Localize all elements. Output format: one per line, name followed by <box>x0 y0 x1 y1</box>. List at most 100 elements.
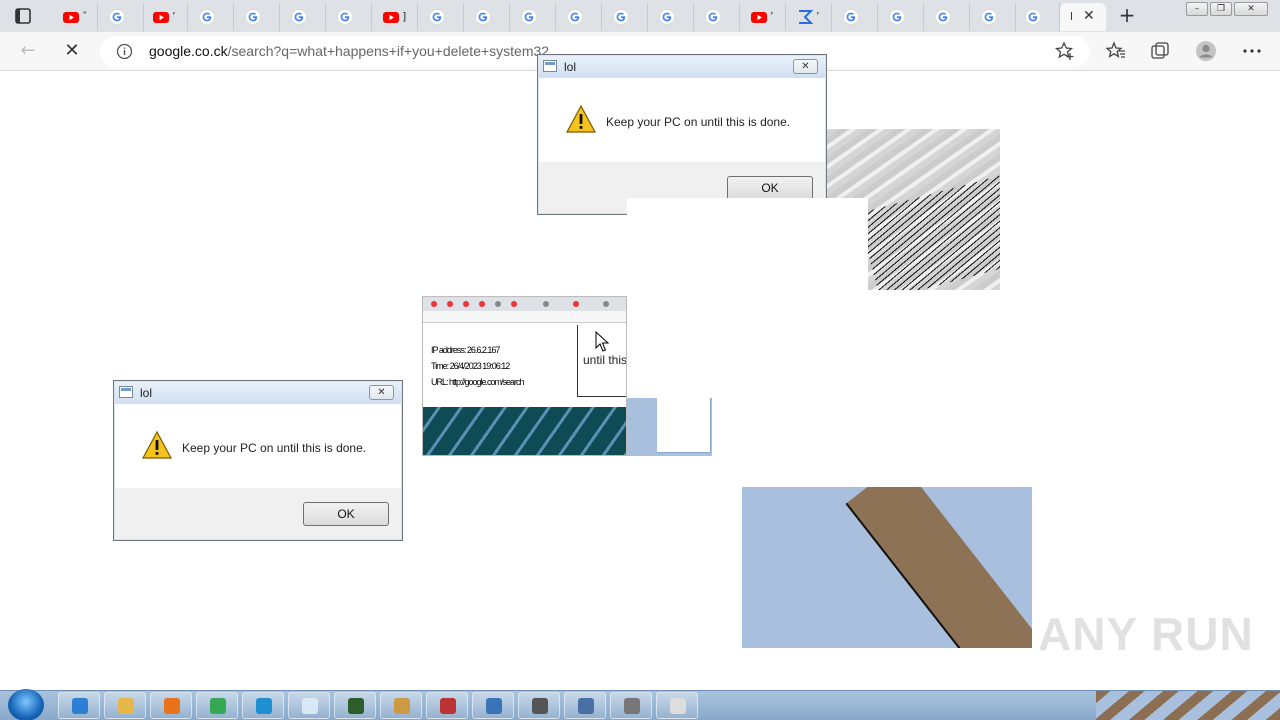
taskbar-item[interactable] <box>472 692 514 719</box>
tab-actions-menu-icon[interactable] <box>14 7 32 25</box>
browser-tab[interactable] <box>604 3 648 31</box>
taskbar-item[interactable] <box>380 692 422 719</box>
edge-icon <box>256 698 272 714</box>
add-favorite-icon[interactable] <box>1054 40 1076 62</box>
ok-button[interactable]: OK <box>727 176 813 200</box>
mouse-cursor-icon <box>595 331 609 352</box>
site-info-icon[interactable] <box>116 43 133 60</box>
browser-tab[interactable] <box>282 3 326 31</box>
google-icon <box>567 9 583 25</box>
browser-tab[interactable] <box>190 3 234 31</box>
taskbar-item[interactable] <box>426 692 468 719</box>
browser-tab[interactable] <box>696 3 740 31</box>
screen-glitch-snapshot: IP address: 26.6.2.167 Time: 26/4/2023 1… <box>422 296 627 456</box>
new-tab-button[interactable]: + <box>1116 5 1138 27</box>
snapshot-address-bar <box>423 311 626 323</box>
youtube-icon <box>751 12 767 23</box>
google-icon <box>337 9 353 25</box>
browser-tab[interactable] <box>100 3 144 31</box>
more-options-icon[interactable] <box>1241 40 1263 62</box>
tab-label: ʼ <box>816 10 820 23</box>
remote-desktop-icon <box>486 698 502 714</box>
favorites-icon[interactable] <box>1105 40 1127 62</box>
taskbar-item[interactable] <box>288 692 330 719</box>
taskbar-item[interactable] <box>610 692 652 719</box>
browser-tab[interactable] <box>1016 3 1060 31</box>
taskbar-item[interactable] <box>334 692 376 719</box>
snapshot-tab-strip <box>423 297 626 311</box>
taskbar-item[interactable] <box>196 692 238 719</box>
restore-button[interactable]: ❐ <box>1210 2 1232 16</box>
active-tab-label: l <box>1070 10 1074 23</box>
browser-tab[interactable] <box>834 3 878 31</box>
google-icon <box>291 9 307 25</box>
browser-tab[interactable]: ˇ <box>54 3 98 31</box>
taskbar-item[interactable] <box>518 692 560 719</box>
tab-label: ] <box>402 10 407 23</box>
dialog-titlebar[interactable]: lol ✕ <box>115 382 401 404</box>
screen-glitch-artifact <box>627 398 712 456</box>
installer-icon <box>394 698 410 714</box>
tab-close-icon[interactable]: ✕ <box>1083 8 1095 24</box>
calculator-icon <box>624 698 640 714</box>
ok-button[interactable]: OK <box>303 502 389 526</box>
browser-tab[interactable] <box>512 3 556 31</box>
window-close-button[interactable]: ✕ <box>1234 2 1268 16</box>
document-icon <box>578 698 594 714</box>
youtube-icon <box>383 12 399 23</box>
browser-tab[interactable] <box>880 3 924 31</box>
youtube-icon <box>153 12 169 23</box>
google-icon <box>1025 9 1041 25</box>
chrome-icon <box>210 698 226 714</box>
browser-tab[interactable]: ʼ <box>144 3 188 31</box>
ie-icon <box>72 698 88 714</box>
start-button[interactable] <box>8 689 44 720</box>
taskbar-item[interactable] <box>656 692 698 719</box>
message-dialog: lol ✕ Keep your PC on until this is done… <box>113 380 403 541</box>
minimize-button[interactable]: – <box>1186 2 1208 16</box>
taskbar-item[interactable] <box>564 692 606 719</box>
taskbar-item[interactable] <box>150 692 192 719</box>
profile-avatar-icon[interactable] <box>1195 40 1217 62</box>
google-icon <box>981 9 997 25</box>
dialog-body: Keep your PC on until this is done. <box>115 404 401 488</box>
windows-taskbar <box>0 689 1280 720</box>
browser-tab[interactable] <box>558 3 602 31</box>
google-icon <box>199 9 215 25</box>
address-url[interactable]: google.co.ck/search?q=what+happens+if+yo… <box>149 43 549 59</box>
browser-tab[interactable] <box>650 3 694 31</box>
browser-tab[interactable]: ʼ <box>788 3 832 31</box>
dialog-titlebar[interactable]: lol ✕ <box>539 56 825 78</box>
browser-tab[interactable] <box>328 3 372 31</box>
snapshot-url-line: URL: http://google.com/search <box>431 377 525 387</box>
collections-icon[interactable] <box>1149 40 1171 62</box>
taskbar-item[interactable] <box>242 692 284 719</box>
taskbar-item[interactable] <box>104 692 146 719</box>
browser-tab[interactable] <box>926 3 970 31</box>
google-icon <box>843 9 859 25</box>
snapshot-time-line: Time: 26/4/2023 19:06:12 <box>431 361 510 371</box>
warning-icon <box>565 104 597 133</box>
google-icon <box>889 9 905 25</box>
browser-tab[interactable]: ] <box>374 3 418 31</box>
browser-tab[interactable] <box>972 3 1016 31</box>
google-icon <box>475 9 491 25</box>
browser-tab[interactable] <box>420 3 464 31</box>
tab-label: ʼ <box>172 10 176 23</box>
notepad-icon <box>302 698 318 714</box>
stop-loading-icon[interactable]: ✕ <box>60 40 84 64</box>
taskbar-item[interactable] <box>58 692 100 719</box>
tab-active[interactable]: l ✕ <box>1060 3 1106 31</box>
back-icon[interactable]: ← <box>16 40 40 64</box>
dialog-close-button[interactable]: ✕ <box>793 59 818 74</box>
dialog-message: Keep your PC on until this is done. <box>182 441 367 455</box>
dialog-close-button[interactable]: ✕ <box>369 385 394 400</box>
google-icon <box>705 9 721 25</box>
browser-tab[interactable] <box>466 3 510 31</box>
message-dialog: lol ✕ Keep your PC on until this is done… <box>537 54 827 215</box>
browser-tab[interactable]: ʼ <box>742 3 786 31</box>
browser-tab[interactable] <box>236 3 280 31</box>
desktop-screen: ˇ ʼ] ʼ ʼ l ✕ + – ❐ ✕ ← ✕ google.co.ck/searc… <box>0 0 1280 720</box>
youtube-icon <box>63 12 79 23</box>
url-host: google.co.ck <box>149 43 228 59</box>
